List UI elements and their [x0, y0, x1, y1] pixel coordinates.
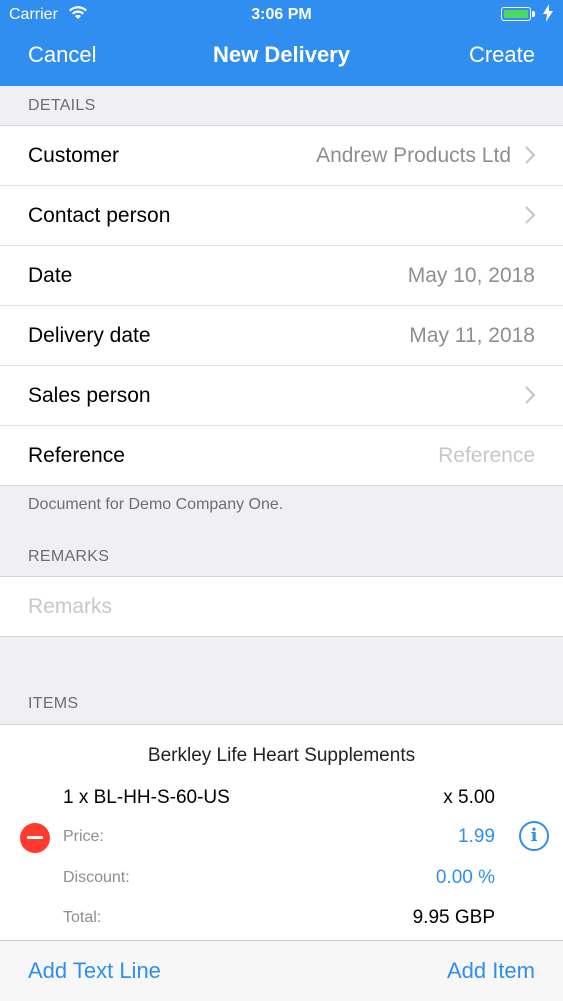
discount-label: Discount:	[63, 869, 130, 886]
add-text-line-button[interactable]: Add Text Line	[28, 958, 161, 984]
reference-label: Reference	[28, 444, 125, 467]
customer-value: Andrew Products Ltd	[316, 144, 511, 167]
date-value: May 10, 2018	[407, 264, 535, 287]
delete-item-button[interactable]	[20, 823, 50, 853]
status-time: 3:06 PM	[251, 6, 312, 23]
remarks-row: Remarks	[0, 577, 563, 636]
navigation-bar: Cancel New Delivery Create	[0, 32, 563, 82]
delivery-date-row[interactable]: Delivery date May 11, 2018	[0, 306, 563, 366]
total-value: 9.95 GBP	[412, 907, 495, 928]
info-icon[interactable]: i	[519, 821, 549, 851]
cancel-button[interactable]: Cancel	[28, 42, 96, 68]
discount-value[interactable]: 0.00 %	[436, 867, 495, 889]
customer-row[interactable]: Customer Andrew Products Ltd	[0, 126, 563, 186]
battery-icon	[501, 7, 535, 21]
item-name: Berkley Life Heart Supplements	[147, 745, 416, 766]
sales-person-label: Sales person	[28, 384, 151, 407]
remarks-group: Remarks	[0, 576, 563, 637]
date-label: Date	[28, 264, 73, 287]
price-label: Price:	[63, 828, 104, 845]
status-bar: Carrier 3:06 PM	[0, 0, 563, 30]
reference-input[interactable]: Reference	[438, 444, 535, 468]
items-section-header: ITEMS	[28, 695, 79, 712]
top-bar: Carrier 3:06 PM Cancel New Delivery Crea…	[0, 0, 563, 86]
delivery-date-value: May 11, 2018	[409, 324, 535, 347]
details-section-header: DETAILS	[28, 97, 96, 114]
contact-person-label: Contact person	[28, 204, 171, 227]
item-quantity-code: 1 x BL-HH-S-60-US	[63, 787, 230, 808]
chevron-right-icon	[525, 386, 536, 404]
sales-person-row[interactable]: Sales person	[0, 366, 563, 426]
customer-label: Customer	[28, 144, 120, 167]
item-card[interactable]: Berkley Life Heart Supplements 1 x BL-HH…	[0, 724, 563, 941]
details-footer-note: Document for Demo Company One.	[28, 496, 284, 513]
delivery-date-label: Delivery date	[28, 324, 151, 347]
chevron-right-icon	[525, 206, 536, 224]
bottom-toolbar: Add Text Line Add Item	[0, 940, 563, 1001]
minus-icon	[27, 836, 43, 839]
item-multiplier: x 5.00	[443, 787, 495, 808]
remarks-input[interactable]: Remarks	[28, 595, 112, 619]
remarks-section-header: REMARKS	[28, 548, 110, 565]
add-item-button[interactable]: Add Item	[447, 958, 535, 984]
contact-person-row[interactable]: Contact person	[0, 186, 563, 246]
details-group: Customer Andrew Products Ltd Contact per…	[0, 125, 563, 486]
total-label: Total:	[63, 909, 102, 926]
reference-row: Reference Reference	[0, 426, 563, 485]
chevron-right-icon	[525, 146, 536, 164]
create-button[interactable]: Create	[469, 42, 535, 68]
date-row[interactable]: Date May 10, 2018	[0, 246, 563, 306]
charging-bolt-icon	[543, 4, 553, 27]
price-value[interactable]: 1.99	[458, 826, 495, 848]
